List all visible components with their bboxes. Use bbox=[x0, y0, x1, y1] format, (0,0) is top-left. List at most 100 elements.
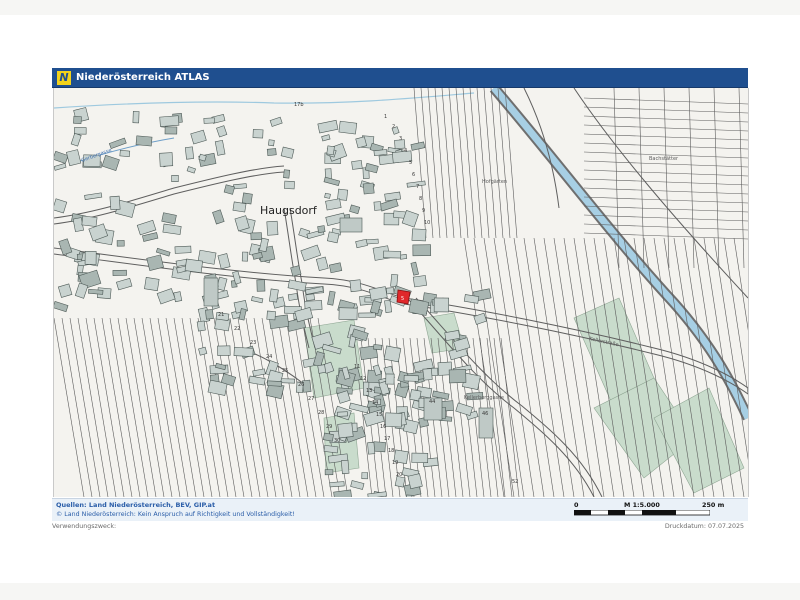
atlas-title: Niederösterreich ATLAS bbox=[76, 72, 210, 83]
building bbox=[448, 369, 467, 384]
building bbox=[372, 441, 386, 453]
building bbox=[324, 469, 334, 476]
building bbox=[326, 145, 335, 156]
building bbox=[84, 250, 97, 265]
logo-letter: N bbox=[59, 70, 69, 84]
lot-number: 15 bbox=[376, 412, 382, 418]
lot-number: 24 bbox=[266, 354, 272, 360]
lot-number: 21 bbox=[218, 312, 224, 318]
building bbox=[198, 346, 208, 356]
building bbox=[412, 244, 432, 257]
building bbox=[159, 115, 180, 127]
building bbox=[184, 258, 203, 274]
building bbox=[266, 148, 277, 156]
building bbox=[144, 277, 160, 292]
street-label: Kellerberggasse bbox=[464, 395, 504, 401]
building bbox=[317, 225, 326, 234]
building bbox=[284, 180, 295, 190]
building bbox=[323, 444, 339, 454]
scale-zero: 0 bbox=[574, 501, 579, 509]
lot-number: 1 bbox=[384, 114, 387, 120]
lot-number: 7 bbox=[416, 184, 419, 190]
building bbox=[326, 231, 340, 244]
lot-number: 17 bbox=[384, 436, 390, 442]
building bbox=[407, 473, 423, 490]
building bbox=[119, 149, 131, 157]
building bbox=[267, 380, 283, 387]
cadastral-map[interactable]: 1 2 3 4 5 6 7 8 9 10 11 12 13 14 15 16 17 18 19 20 21 22 23 24 2… bbox=[53, 88, 749, 497]
building bbox=[174, 245, 192, 254]
building bbox=[411, 228, 427, 242]
building bbox=[135, 135, 153, 147]
building bbox=[241, 251, 249, 262]
atlas-header: N Niederösterreich ATLAS bbox=[52, 68, 748, 88]
scale-bar-graphic bbox=[574, 510, 710, 516]
lot-number: 46 bbox=[482, 411, 488, 417]
lot-number: 3 bbox=[399, 136, 402, 142]
map-svg[interactable]: 1234567891011121314151617181920212223242… bbox=[54, 88, 748, 497]
building bbox=[74, 127, 87, 135]
building bbox=[358, 312, 376, 318]
building bbox=[367, 441, 376, 455]
building bbox=[250, 232, 262, 241]
building bbox=[385, 287, 395, 295]
building bbox=[373, 149, 388, 157]
building bbox=[283, 169, 291, 179]
building bbox=[184, 146, 195, 160]
building bbox=[349, 279, 362, 293]
lot-number: 30 bbox=[334, 438, 340, 444]
scale-max: 250 m bbox=[702, 501, 725, 509]
lot-number: 28 bbox=[318, 410, 324, 416]
lot-number: 27 bbox=[308, 396, 314, 402]
building bbox=[217, 345, 231, 356]
building bbox=[112, 269, 127, 276]
lot-number: 8 bbox=[419, 196, 422, 202]
building bbox=[252, 129, 264, 139]
lot-number: 2 bbox=[392, 124, 395, 130]
lot-number: 9 bbox=[422, 208, 425, 214]
print-page: N Niederösterreich ATLAS 1 2 3 4 5 6 7 8… bbox=[0, 15, 800, 583]
lot-number: 13 bbox=[366, 388, 372, 394]
parcel-marker[interactable]: 5 bbox=[396, 289, 411, 305]
lot-number: 4 bbox=[404, 148, 407, 154]
building bbox=[383, 250, 402, 259]
building bbox=[159, 152, 174, 167]
building bbox=[173, 291, 183, 303]
building bbox=[132, 110, 140, 124]
lot-number: 6 bbox=[412, 172, 415, 178]
building bbox=[116, 240, 125, 247]
building bbox=[171, 174, 179, 183]
building bbox=[256, 279, 266, 292]
building bbox=[412, 275, 427, 288]
street-label: Hofgärten bbox=[482, 179, 507, 185]
building bbox=[268, 139, 275, 147]
building bbox=[338, 307, 358, 321]
building bbox=[232, 201, 247, 213]
building bbox=[287, 293, 299, 301]
building bbox=[403, 374, 419, 382]
lot-number: 14 bbox=[372, 400, 378, 406]
lot-number: 19 bbox=[392, 460, 398, 466]
lot-number: 29 bbox=[326, 424, 332, 430]
lot-number: 10 bbox=[424, 220, 430, 226]
building bbox=[266, 310, 276, 321]
building bbox=[196, 320, 206, 332]
building bbox=[337, 411, 348, 417]
building bbox=[317, 364, 327, 374]
lot-number: 25 bbox=[282, 368, 288, 374]
building bbox=[203, 117, 216, 124]
large-building bbox=[339, 217, 363, 233]
building bbox=[384, 412, 403, 428]
building bbox=[324, 192, 331, 199]
lot-number: 22 bbox=[234, 326, 240, 332]
print-date: Druckdatum: 07.07.2025 bbox=[664, 523, 744, 530]
building bbox=[337, 422, 354, 439]
lot-number: 11 bbox=[354, 364, 360, 370]
building bbox=[305, 293, 315, 302]
building bbox=[233, 346, 254, 357]
lot-number: 18 bbox=[388, 448, 394, 454]
building bbox=[268, 288, 279, 303]
purpose-label: Verwendungszweck: bbox=[52, 523, 117, 530]
building bbox=[362, 182, 375, 195]
street-label: Bachstätter bbox=[649, 156, 679, 162]
